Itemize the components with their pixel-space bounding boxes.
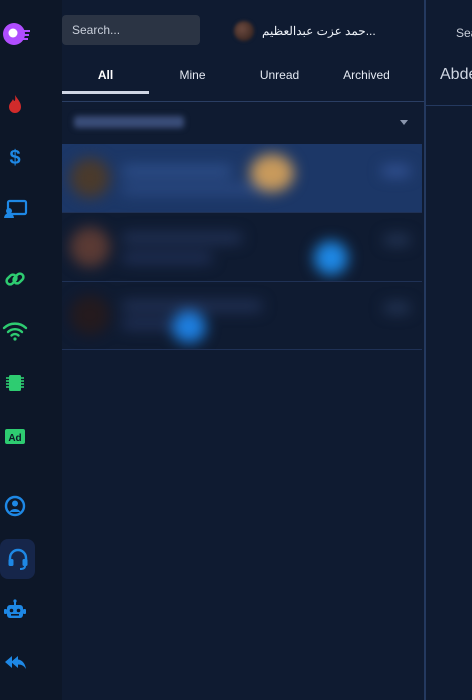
tab-all[interactable]: All <box>62 60 149 94</box>
headset-icon[interactable] <box>0 539 35 579</box>
agent-avatar <box>234 21 254 41</box>
conversation-tabs: All Mine Unread Archived <box>62 60 424 94</box>
cast-icon[interactable] <box>0 194 30 224</box>
contact-name: Abde <box>440 66 472 83</box>
chevron-down-icon <box>400 120 408 125</box>
app-logo-icon[interactable] <box>0 20 30 50</box>
chat-header <box>426 0 472 106</box>
search-input[interactable]: Search... <box>62 15 200 45</box>
robot-icon[interactable] <box>0 596 30 626</box>
tab-archived[interactable]: Archived <box>323 60 410 94</box>
svg-text:$: $ <box>9 147 20 169</box>
agent-selector[interactable]: ...حمد عزت عبدالعظيم <box>234 18 414 44</box>
ad-icon[interactable]: Ad <box>0 421 30 451</box>
conversation-row[interactable] <box>62 144 422 213</box>
user-icon[interactable] <box>0 491 30 521</box>
conversation-row[interactable] <box>62 281 422 350</box>
tab-unread[interactable]: Unread <box>236 60 323 94</box>
chat-panel: Sea Abde <box>426 0 472 700</box>
link-icon[interactable] <box>0 264 30 294</box>
tabs-divider <box>62 101 424 102</box>
sidebar-rail: $ Ad <box>0 0 63 700</box>
dollar-icon[interactable]: $ <box>0 142 30 172</box>
status-filter-dropdown[interactable] <box>62 104 422 144</box>
svg-text:Ad: Ad <box>8 433 21 444</box>
flame-icon[interactable] <box>0 90 30 120</box>
agent-name: ...حمد عزت عبدالعظيم <box>262 24 376 38</box>
chip-icon[interactable] <box>0 368 30 398</box>
wifi-icon[interactable] <box>0 316 30 346</box>
filter-label-blurred <box>74 116 184 128</box>
reply-all-icon[interactable] <box>0 647 30 677</box>
tab-mine[interactable]: Mine <box>149 60 236 94</box>
conversation-row[interactable] <box>62 213 422 282</box>
chat-search-input[interactable]: Sea <box>456 26 472 40</box>
